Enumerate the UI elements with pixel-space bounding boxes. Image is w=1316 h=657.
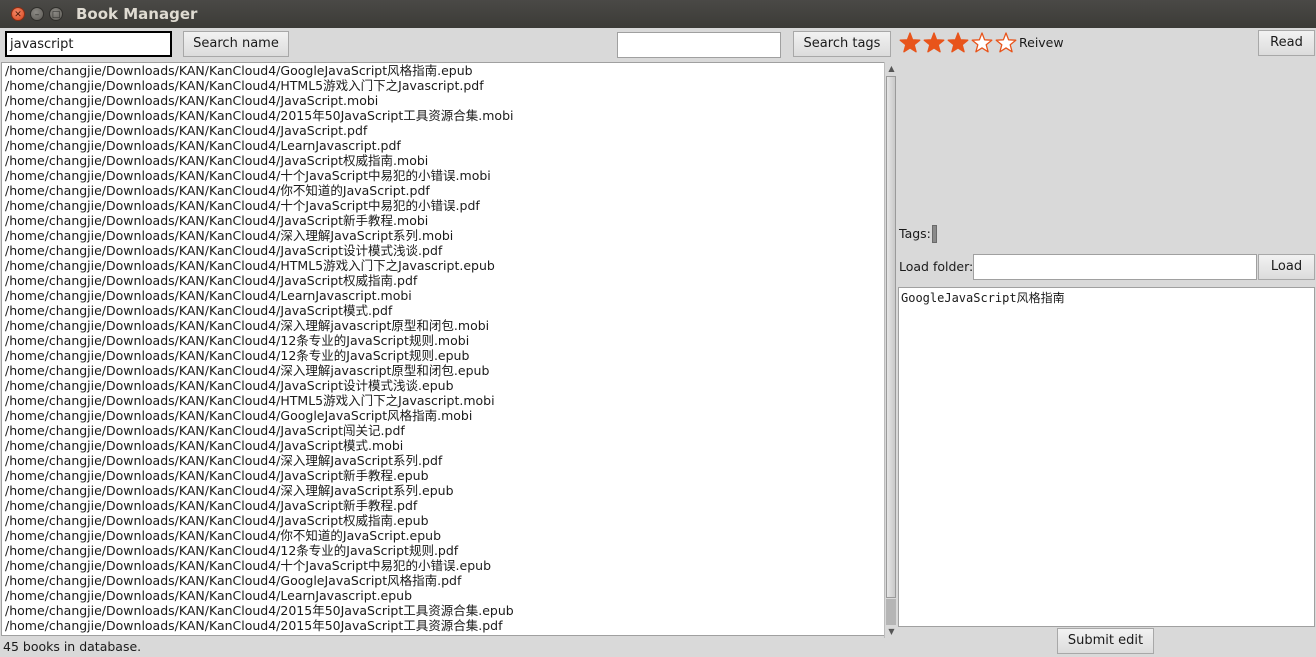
book-list-item[interactable]: /home/changjie/Downloads/KAN/KanCloud4/1… [2,348,884,363]
book-list-scrollbar[interactable]: ▲ ▼ [884,62,897,638]
window-title: Book Manager [76,5,198,23]
read-button[interactable]: Read [1258,30,1315,56]
book-list-item[interactable]: /home/changjie/Downloads/KAN/KanCloud4/十… [2,198,884,213]
star-filled-icon[interactable] [899,32,921,54]
scroll-down-arrow-icon[interactable]: ▼ [886,626,897,637]
search-tags-input[interactable] [617,32,781,58]
book-list-item[interactable]: /home/changjie/Downloads/KAN/KanCloud4/J… [2,213,884,228]
close-window-button[interactable]: ✕ [11,7,25,21]
book-list-item[interactable]: /home/changjie/Downloads/KAN/KanCloud4/J… [2,423,884,438]
minimize-window-button[interactable]: – [30,7,44,21]
book-list-item[interactable]: /home/changjie/Downloads/KAN/KanCloud4/你… [2,528,884,543]
book-list-item[interactable]: /home/changjie/Downloads/KAN/KanCloud4/2… [2,618,884,633]
load-folder-input[interactable] [973,254,1257,280]
book-list-item[interactable]: /home/changjie/Downloads/KAN/KanCloud4/你… [2,183,884,198]
book-list-item[interactable]: /home/changjie/Downloads/KAN/KanCloud4/J… [2,513,884,528]
star-filled-icon[interactable] [947,32,969,54]
star-empty-icon[interactable] [971,32,993,54]
book-list-item[interactable]: /home/changjie/Downloads/KAN/KanCloud4/2… [2,603,884,618]
scroll-up-arrow-icon[interactable]: ▲ [886,63,897,74]
book-list-item[interactable]: /home/changjie/Downloads/KAN/KanCloud4/1… [2,543,884,558]
book-list-item[interactable]: /home/changjie/Downloads/KAN/KanCloud4/J… [2,273,884,288]
scrollbar-trough[interactable] [886,599,896,625]
book-list-item[interactable]: /home/changjie/Downloads/KAN/KanCloud4/H… [2,393,884,408]
book-list-item[interactable]: /home/changjie/Downloads/KAN/KanCloud4/J… [2,378,884,393]
search-name-button[interactable]: Search name [183,31,289,57]
book-list-item[interactable]: /home/changjie/Downloads/KAN/KanCloud4/G… [2,63,884,78]
submit-edit-button[interactable]: Submit edit [1057,628,1154,654]
book-list-item[interactable]: /home/changjie/Downloads/KAN/KanCloud4/深… [2,228,884,243]
book-list-item[interactable]: /home/changjie/Downloads/KAN/KanCloud4/深… [2,483,884,498]
book-list[interactable]: /home/changjie/Downloads/KAN/KanCloud4/G… [1,62,885,636]
book-list-item[interactable]: /home/changjie/Downloads/KAN/KanCloud4/H… [2,78,884,93]
book-list-item[interactable]: /home/changjie/Downloads/KAN/KanCloud4/1… [2,333,884,348]
book-list-item[interactable]: /home/changjie/Downloads/KAN/KanCloud4/深… [2,318,884,333]
review-label: Reivew [1019,35,1064,50]
book-list-item[interactable]: /home/changjie/Downloads/KAN/KanCloud4/J… [2,498,884,513]
book-list-item[interactable]: /home/changjie/Downloads/KAN/KanCloud4/H… [2,258,884,273]
load-button[interactable]: Load [1258,254,1315,280]
edit-textarea[interactable]: GoogleJavaScript风格指南 [898,287,1315,627]
book-list-item[interactable]: /home/changjie/Downloads/KAN/KanCloud4/深… [2,363,884,378]
tags-field[interactable] [932,225,937,243]
book-list-item[interactable]: /home/changjie/Downloads/KAN/KanCloud4/J… [2,468,884,483]
book-list-item[interactable]: /home/changjie/Downloads/KAN/KanCloud4/J… [2,93,884,108]
book-list-item[interactable]: /home/changjie/Downloads/KAN/KanCloud4/J… [2,243,884,258]
scrollbar-thumb[interactable] [886,76,896,598]
status-text: 45 books in database. [3,639,142,654]
book-list-item[interactable]: /home/changjie/Downloads/KAN/KanCloud4/2… [2,108,884,123]
search-name-input[interactable]: javascript [5,31,172,57]
tags-label: Tags: [899,226,931,241]
star-filled-icon[interactable] [923,32,945,54]
search-tags-button[interactable]: Search tags [793,31,891,57]
book-list-item[interactable]: /home/changjie/Downloads/KAN/KanCloud4/L… [2,288,884,303]
load-folder-label: Load folder: [899,259,974,274]
book-list-item[interactable]: /home/changjie/Downloads/KAN/KanCloud4/十… [2,168,884,183]
book-list-item[interactable]: /home/changjie/Downloads/KAN/KanCloud4/J… [2,303,884,318]
book-list-item[interactable]: /home/changjie/Downloads/KAN/KanCloud4/深… [2,453,884,468]
title-bar: ✕ – □ Book Manager [0,0,1316,28]
book-list-item[interactable]: /home/changjie/Downloads/KAN/KanCloud4/L… [2,138,884,153]
star-empty-icon[interactable] [995,32,1017,54]
book-list-item[interactable]: /home/changjie/Downloads/KAN/KanCloud4/J… [2,123,884,138]
maximize-window-button[interactable]: □ [49,7,63,21]
book-list-item[interactable]: /home/changjie/Downloads/KAN/KanCloud4/十… [2,558,884,573]
book-list-item[interactable]: /home/changjie/Downloads/KAN/KanCloud4/J… [2,153,884,168]
book-list-item[interactable]: /home/changjie/Downloads/KAN/KanCloud4/J… [2,438,884,453]
book-list-item[interactable]: /home/changjie/Downloads/KAN/KanCloud4/G… [2,408,884,423]
book-list-item[interactable]: /home/changjie/Downloads/KAN/KanCloud4/L… [2,588,884,603]
book-list-item[interactable]: /home/changjie/Downloads/KAN/KanCloud4/G… [2,573,884,588]
